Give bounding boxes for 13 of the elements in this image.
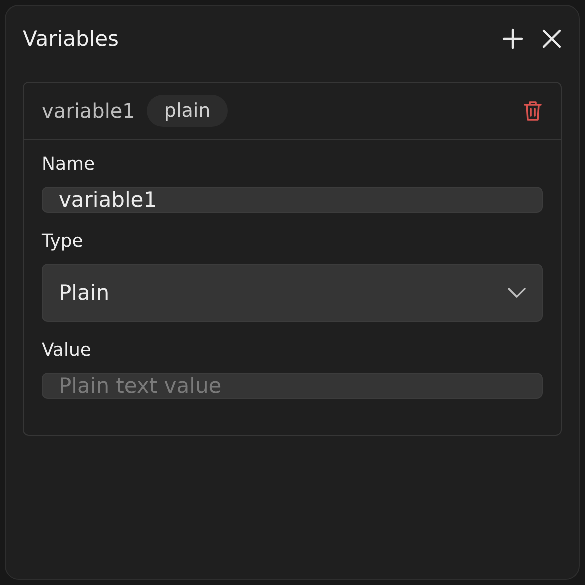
field-label: Value xyxy=(42,340,92,361)
chevron-down-icon xyxy=(508,288,526,298)
field-label: Name xyxy=(42,154,96,175)
close-icon[interactable] xyxy=(542,29,562,49)
input-field[interactable]: variable1 xyxy=(42,187,543,213)
type-select[interactable]: Plain xyxy=(42,264,543,322)
type-badge: plain xyxy=(147,95,228,127)
field-label: Type xyxy=(42,231,84,252)
panel-title: Variables xyxy=(23,27,119,51)
input-field[interactable]: Plain text value xyxy=(42,373,543,399)
variable-name: variable1 xyxy=(42,99,136,123)
add-icon[interactable] xyxy=(502,28,524,50)
trash-icon[interactable] xyxy=(523,100,543,122)
